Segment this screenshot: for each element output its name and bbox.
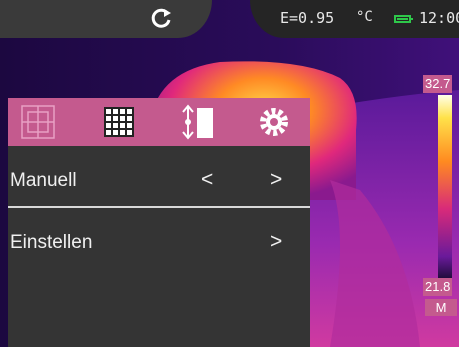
menu-divider [8, 206, 310, 208]
status-bar: E=0.95 °C 12:00 [0, 0, 459, 38]
emissivity-readout: E=0.95 [280, 9, 335, 27]
menu-item-einstellen[interactable]: Einstellen > [8, 216, 310, 274]
menu-toolbar [8, 98, 310, 146]
menu-item-label: Manuell [10, 170, 77, 191]
color-scale-bar [438, 95, 452, 285]
gear-icon[interactable] [254, 102, 294, 142]
image-grid-icon[interactable] [18, 102, 58, 142]
increase-arrow[interactable]: > [270, 168, 282, 192]
thermal-camera-screen: E=0.95 °C 12:00 [0, 0, 459, 347]
menu-panel: Manuell < > Einstellen > [8, 98, 310, 347]
refresh-icon[interactable] [148, 5, 174, 31]
mode-badge: M [425, 299, 457, 316]
menu-item-label: Einstellen [10, 232, 93, 253]
decrease-arrow[interactable]: < [201, 168, 213, 192]
grid-icon[interactable] [99, 102, 139, 142]
status-tab-left [0, 0, 212, 38]
level-span-icon[interactable] [179, 102, 219, 142]
menu-item-manuell[interactable]: Manuell < > [8, 154, 310, 212]
battery-icon [394, 15, 413, 23]
clock: 12:00 [419, 9, 459, 27]
temperature-scale: 32.7 21.8 M [423, 75, 459, 319]
temperature-unit: °C [356, 9, 373, 25]
submenu-arrow[interactable]: > [270, 230, 282, 254]
scale-max-label: 32.7 [423, 75, 453, 93]
scale-min-label: 21.8 [423, 278, 453, 296]
